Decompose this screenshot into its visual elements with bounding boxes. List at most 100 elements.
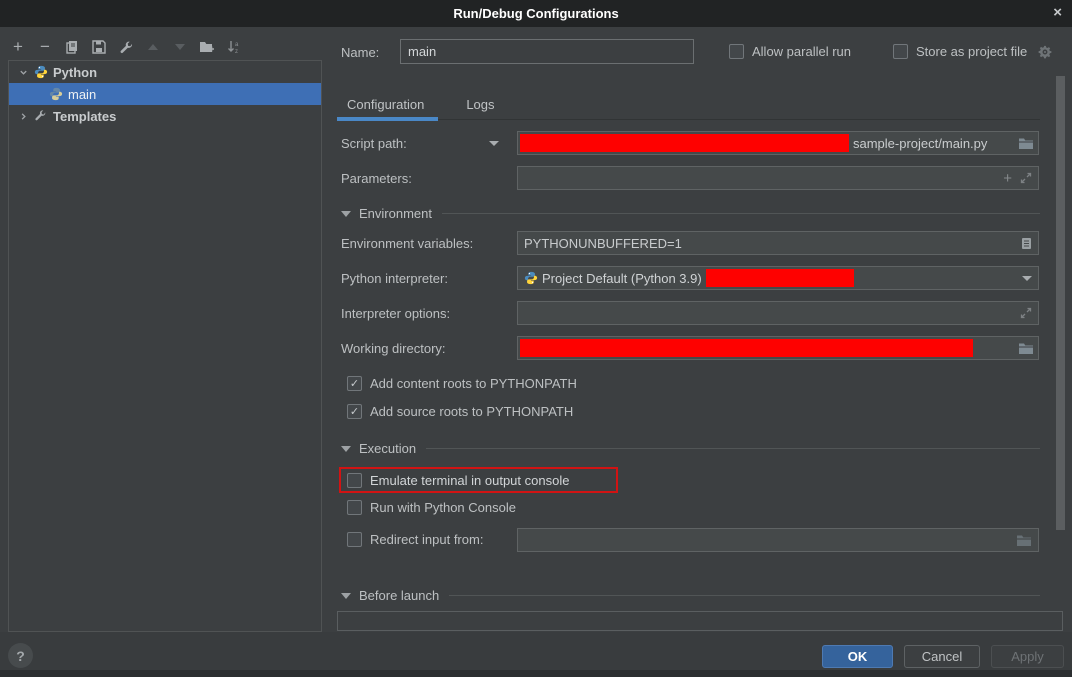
- section-divider: [442, 213, 1040, 214]
- tree-item-python[interactable]: Python: [9, 61, 321, 83]
- redacted-text: [520, 134, 849, 152]
- store-as-project-file-label: Store as project file: [916, 44, 1027, 59]
- add-content-roots-checkbox[interactable]: ✓: [347, 376, 362, 391]
- apply-button[interactable]: Apply: [991, 645, 1064, 668]
- collapse-triangle-icon: [341, 446, 351, 452]
- collapse-triangle-icon: [341, 211, 351, 217]
- tree-item-label: main: [68, 87, 96, 102]
- folder-icon[interactable]: [1018, 342, 1034, 355]
- emulate-terminal-label: Emulate terminal in output console: [370, 473, 569, 488]
- remove-configuration-button[interactable]: −: [37, 39, 53, 55]
- section-divider: [426, 448, 1040, 449]
- dialog-titlebar: Run/Debug Configurations ×: [0, 0, 1072, 27]
- run-with-python-console-checkbox[interactable]: [347, 500, 362, 515]
- environment-variables-label: Environment variables:: [341, 236, 473, 251]
- interpreter-options-field[interactable]: [517, 301, 1039, 325]
- working-directory-field[interactable]: [517, 336, 1039, 360]
- tab-configuration[interactable]: Configuration: [337, 92, 438, 119]
- environment-section-header[interactable]: Environment: [341, 206, 1040, 221]
- redirect-input-checkbox[interactable]: [347, 532, 362, 547]
- python-icon: [524, 271, 538, 285]
- svg-text:z: z: [235, 49, 238, 54]
- check-icon: ✓: [350, 405, 359, 418]
- add-configuration-button[interactable]: +: [10, 39, 26, 55]
- dropdown-icon[interactable]: [1022, 276, 1032, 281]
- environment-variables-field[interactable]: PYTHONUNBUFFERED=1: [517, 231, 1039, 255]
- sort-alphabetically-icon[interactable]: az: [226, 39, 242, 55]
- expand-icon[interactable]: [1020, 307, 1032, 319]
- configurations-tree: Python main Templates: [8, 60, 322, 632]
- parameters-label: Parameters:: [341, 171, 412, 186]
- python-icon: [49, 87, 63, 101]
- redacted-text: [520, 339, 973, 357]
- wrench-icon: [34, 109, 48, 123]
- store-as-project-file-checkbox[interactable]: [893, 44, 908, 59]
- environment-section-label: Environment: [359, 206, 432, 221]
- before-launch-list[interactable]: [337, 611, 1063, 631]
- python-interpreter-value: Project Default (Python 3.9): [542, 271, 702, 286]
- before-launch-section-label: Before launch: [359, 588, 439, 603]
- name-label: Name:: [341, 45, 379, 60]
- expand-icon[interactable]: [1020, 172, 1032, 184]
- chevron-right-icon[interactable]: [19, 112, 29, 121]
- vertical-scrollbar-thumb[interactable]: [1056, 76, 1065, 530]
- copy-configuration-icon[interactable]: [64, 39, 80, 55]
- save-configuration-icon[interactable]: [91, 39, 107, 55]
- add-source-roots-label: Add source roots to PYTHONPATH: [370, 404, 573, 419]
- ok-button[interactable]: OK: [822, 645, 893, 668]
- check-icon: ✓: [350, 377, 359, 390]
- emulate-terminal-row: Emulate terminal in output console: [347, 473, 569, 488]
- add-source-roots-checkbox[interactable]: ✓: [347, 404, 362, 419]
- dialog-title: Run/Debug Configurations: [453, 6, 618, 21]
- python-icon: [34, 65, 48, 79]
- redirect-input-label: Redirect input from:: [370, 532, 483, 547]
- store-as-project-file-row: Store as project file: [893, 44, 1052, 59]
- script-path-dropdown-icon[interactable]: [489, 141, 499, 146]
- redacted-text: [706, 269, 854, 287]
- cancel-button[interactable]: Cancel: [904, 645, 980, 668]
- tree-item-main-selected[interactable]: main: [9, 83, 321, 105]
- tree-item-templates[interactable]: Templates: [9, 105, 321, 127]
- new-folder-icon[interactable]: [199, 39, 215, 55]
- name-input[interactable]: main: [400, 39, 694, 64]
- collapse-triangle-icon: [341, 593, 351, 599]
- add-content-roots-label: Add content roots to PYTHONPATH: [370, 376, 577, 391]
- gear-icon[interactable]: [1038, 45, 1052, 59]
- section-divider: [449, 595, 1040, 596]
- close-icon[interactable]: ×: [1053, 4, 1062, 22]
- tab-logs[interactable]: Logs: [456, 92, 508, 119]
- svg-text:a: a: [235, 42, 239, 48]
- name-value: main: [408, 44, 436, 59]
- parameters-field[interactable]: +: [517, 166, 1039, 190]
- tab-bar: Configuration Logs: [337, 92, 1040, 120]
- script-path-field[interactable]: sample-project/main.py: [517, 131, 1039, 155]
- before-launch-section-header[interactable]: Before launch: [341, 588, 1040, 603]
- tree-item-label: Python: [53, 65, 97, 80]
- python-interpreter-select[interactable]: Project Default (Python 3.9): [517, 266, 1039, 290]
- add-source-roots-row: ✓ Add source roots to PYTHONPATH: [347, 404, 573, 419]
- plus-icon[interactable]: +: [1003, 170, 1012, 187]
- edit-templates-icon[interactable]: [118, 39, 134, 55]
- folder-icon[interactable]: [1018, 137, 1034, 150]
- tree-item-label: Templates: [53, 109, 116, 124]
- redirect-input-row: Redirect input from:: [347, 532, 483, 547]
- allow-parallel-run-label: Allow parallel run: [752, 44, 851, 59]
- working-directory-label: Working directory:: [341, 341, 446, 356]
- add-content-roots-row: ✓ Add content roots to PYTHONPATH: [347, 376, 577, 391]
- folder-icon[interactable]: [1016, 534, 1032, 547]
- emulate-terminal-checkbox[interactable]: [347, 473, 362, 488]
- chevron-down-icon[interactable]: [19, 68, 29, 77]
- help-button[interactable]: ?: [8, 643, 33, 668]
- python-interpreter-label: Python interpreter:: [341, 271, 448, 286]
- configurations-toolbar: + − az: [10, 36, 242, 58]
- move-up-icon[interactable]: [145, 39, 161, 55]
- allow-parallel-run-checkbox[interactable]: [729, 44, 744, 59]
- help-icon: ?: [16, 648, 25, 664]
- allow-parallel-run-row: Allow parallel run: [729, 44, 851, 59]
- script-path-value: sample-project/main.py: [853, 136, 987, 151]
- redirect-input-field[interactable]: [517, 528, 1039, 552]
- execution-section-header[interactable]: Execution: [341, 441, 1040, 456]
- move-down-icon[interactable]: [172, 39, 188, 55]
- execution-section-label: Execution: [359, 441, 416, 456]
- browse-variables-icon[interactable]: [1021, 237, 1032, 250]
